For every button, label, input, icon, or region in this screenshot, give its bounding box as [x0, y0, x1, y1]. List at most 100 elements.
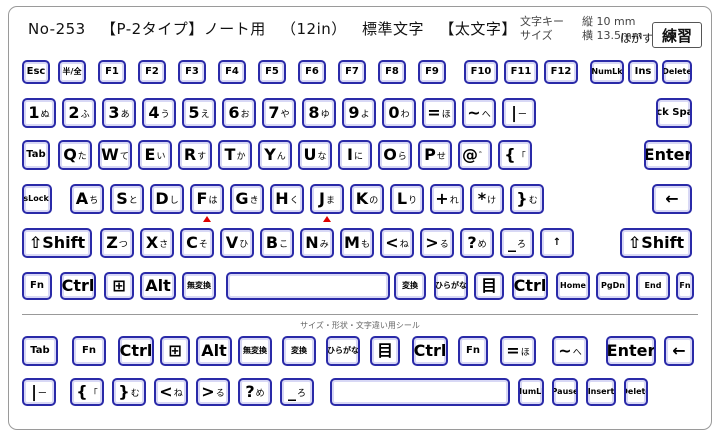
key-enter[interactable]: Enter — [606, 336, 656, 366]
key-hankaku[interactable]: 半/全 — [58, 60, 86, 84]
key-v[interactable]: Vひ — [220, 228, 254, 258]
key-yen[interactable]: | ー — [22, 378, 56, 406]
key-j[interactable]: Jま — [310, 184, 344, 214]
key-f12[interactable]: F12 — [544, 60, 578, 84]
key-win[interactable]: ⊞ — [104, 272, 134, 300]
key-tab[interactable]: Tab — [22, 336, 58, 366]
key-henkan[interactable]: 変換 — [282, 336, 316, 366]
key-w[interactable]: Wて — [98, 140, 132, 170]
key-tab[interactable]: Tab — [22, 140, 50, 170]
key-period[interactable]: > る — [420, 228, 454, 258]
key-del[interactable]: Delete — [624, 378, 648, 406]
key-yen[interactable]: | ー — [502, 98, 536, 128]
key-r[interactable]: Rす — [178, 140, 212, 170]
key-o[interactable]: Oら — [378, 140, 412, 170]
key-n7[interactable]: 7や — [262, 98, 296, 128]
key-caps[interactable]: CapsLock 英数 — [22, 184, 52, 214]
key-pause[interactable]: Pause — [552, 378, 578, 406]
key-f[interactable]: Fは — [190, 184, 224, 214]
key-kana[interactable]: カタカナ ひらがな ローマ字 — [434, 272, 468, 300]
key-caret[interactable]: ~ へ — [462, 98, 496, 128]
key-f5[interactable]: F5 — [258, 60, 286, 84]
key-numlk[interactable]: NumLk — [518, 378, 544, 406]
key-s[interactable]: Sと — [110, 184, 144, 214]
key-colon[interactable]: * け — [470, 184, 504, 214]
key-p[interactable]: Pせ — [418, 140, 452, 170]
key-y[interactable]: Yん — [258, 140, 292, 170]
key-bs[interactable]: Back Space — [656, 98, 692, 128]
key-f1[interactable]: F1 — [98, 60, 126, 84]
key-i[interactable]: Iに — [338, 140, 372, 170]
key-minus[interactable]: = ほ — [422, 98, 456, 128]
key-henkan[interactable]: 変換 — [394, 272, 426, 300]
key-h[interactable]: Hく — [270, 184, 304, 214]
key-l[interactable]: Lり — [390, 184, 424, 214]
key-f6[interactable]: F6 — [298, 60, 326, 84]
key-del[interactable]: Delete — [662, 60, 692, 84]
key-enter[interactable]: Enter — [644, 140, 692, 170]
key-f3[interactable]: F3 — [178, 60, 206, 84]
key-ctrl[interactable]: Ctrl — [118, 336, 154, 366]
key-fn[interactable]: Fn — [458, 336, 488, 366]
key-n6[interactable]: 6お — [222, 98, 256, 128]
key-ins[interactable]: Ins — [628, 60, 658, 84]
key-home[interactable]: Home — [556, 272, 590, 300]
key-pgup[interactable]: ↑ — [540, 228, 574, 258]
key-n0[interactable]: 0わ — [382, 98, 416, 128]
key-f4[interactable]: F4 — [218, 60, 246, 84]
key-b[interactable]: Bこ — [260, 228, 294, 258]
key-space[interactable] — [330, 378, 510, 406]
key-ctrl[interactable]: Ctrl — [412, 336, 448, 366]
key-z[interactable]: Zつ — [100, 228, 134, 258]
key-f9[interactable]: F9 — [418, 60, 446, 84]
key-f10[interactable]: F10 — [464, 60, 498, 84]
key-end[interactable]: End — [636, 272, 670, 300]
key-m[interactable]: Mも — [340, 228, 374, 258]
key-lbr[interactable]: {「 — [70, 378, 104, 406]
key-pgdn[interactable]: PgDn — [596, 272, 630, 300]
key-rbr[interactable]: } む — [112, 378, 146, 406]
key-ctrl[interactable]: Ctrl — [512, 272, 548, 300]
key-minus[interactable]: = ほ — [500, 336, 536, 366]
key-n9[interactable]: 9よ — [342, 98, 376, 128]
key-rbr[interactable]: } む — [510, 184, 544, 214]
key-enter-arrow[interactable]: ← — [664, 336, 694, 366]
practice-tab[interactable]: 練習 — [652, 22, 702, 48]
key-semi[interactable]: + れ — [430, 184, 464, 214]
key-fn[interactable]: Fn — [72, 336, 106, 366]
key-e[interactable]: Eい — [138, 140, 172, 170]
key-x[interactable]: Xさ — [140, 228, 174, 258]
key-f11[interactable]: F11 — [504, 60, 538, 84]
key-insert[interactable]: Insert — [586, 378, 616, 406]
key-f2[interactable]: F2 — [138, 60, 166, 84]
key-n5[interactable]: 5え — [182, 98, 216, 128]
key-slash[interactable]: ? め — [238, 378, 272, 406]
key-n[interactable]: Nみ — [300, 228, 334, 258]
key-caret[interactable]: ~ へ — [552, 336, 588, 366]
key-comma[interactable]: < ね — [154, 378, 188, 406]
key-period[interactable]: > る — [196, 378, 230, 406]
key-esc[interactable]: Esc — [22, 60, 50, 84]
key-slash[interactable]: ? め — [460, 228, 494, 258]
key-f8[interactable]: F8 — [378, 60, 406, 84]
key-kana[interactable]: カタカナ ひらがな ローマ字 — [326, 336, 360, 366]
key-at[interactable]: @ ゛ — [458, 140, 492, 170]
key-n1[interactable]: 1ぬ — [22, 98, 56, 128]
key-bslash[interactable]: _ ろ — [500, 228, 534, 258]
key-bslash[interactable]: _ ろ — [280, 378, 314, 406]
key-win[interactable]: ⊞ — [160, 336, 190, 366]
key-numlk[interactable]: NumLk — [590, 60, 624, 84]
key-t[interactable]: Tか — [218, 140, 252, 170]
key-fn[interactable]: Fn — [676, 272, 694, 300]
key-k[interactable]: Kの — [350, 184, 384, 214]
key-d[interactable]: Dし — [150, 184, 184, 214]
key-n3[interactable]: 3あ — [102, 98, 136, 128]
key-fn[interactable]: Fn — [22, 272, 52, 300]
key-q[interactable]: Qた — [58, 140, 92, 170]
key-comma[interactable]: < ね — [380, 228, 414, 258]
key-n2[interactable]: 2ふ — [62, 98, 96, 128]
key-alt[interactable]: Alt — [196, 336, 232, 366]
key-app[interactable]: 目 — [370, 336, 400, 366]
key-space[interactable] — [226, 272, 390, 300]
key-ctrl[interactable]: Ctrl — [60, 272, 96, 300]
